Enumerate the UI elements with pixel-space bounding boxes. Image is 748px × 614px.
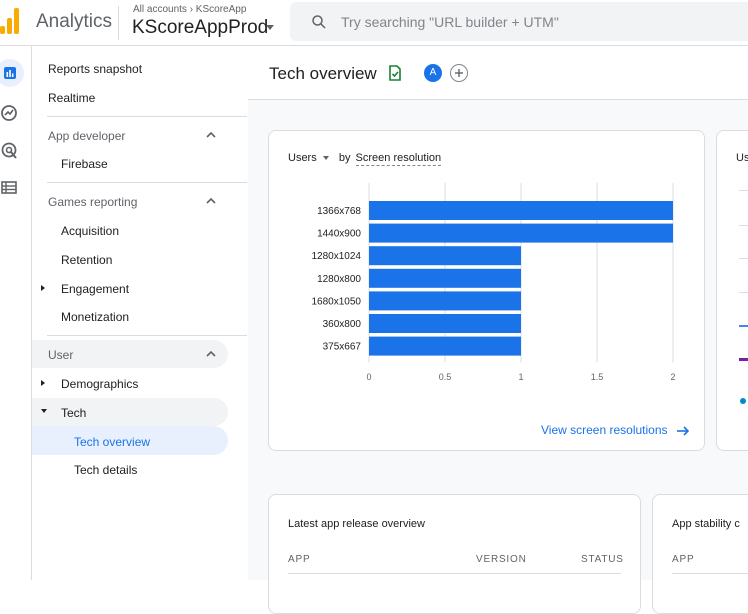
breadcrumb[interactable]: All accounts › KScoreApp (133, 4, 246, 15)
stability-card-title: App stability c (672, 518, 740, 530)
divider (47, 116, 247, 117)
y-category-label: 1280x1024 (312, 251, 362, 262)
column-header-app: APP (672, 554, 695, 565)
link-label[interactable]: View screen resolutions (541, 423, 668, 437)
bar-1680x1050[interactable] (369, 291, 521, 311)
y-category-label: 360x800 (323, 319, 362, 330)
legend-dot (740, 398, 746, 404)
divider (47, 182, 247, 183)
bar-375x667[interactable] (369, 336, 521, 356)
main-content: Tech overview A Users by Screen resoluti… (248, 46, 748, 614)
release-card-title: Latest app release overview (288, 518, 425, 530)
nav-tech-overview[interactable]: Tech overview (74, 435, 150, 449)
search-icon (312, 15, 326, 29)
screen-resolution-card: Users by Screen resolution 0 0.5 1 1.5 2 1366… (268, 130, 705, 451)
explore-icon[interactable] (0, 103, 20, 123)
nav-firebase[interactable]: Firebase (61, 157, 108, 171)
chevron-up-icon[interactable] (206, 130, 216, 140)
page-header: Tech overview A (248, 46, 748, 100)
y-category-label: 1440x900 (317, 229, 361, 240)
divider (118, 6, 119, 40)
collapse-arrow-icon[interactable] (41, 409, 47, 413)
chevron-up-icon[interactable] (206, 196, 216, 206)
nav-retention[interactable]: Retention (61, 253, 112, 267)
app-stability-card: App stability c APP (652, 494, 748, 614)
divider (288, 573, 621, 574)
series-line (739, 325, 748, 327)
search-bar[interactable]: Try searching "URL builder + UTM" (290, 2, 748, 41)
view-screen-resolutions-link[interactable]: View screen resolutions (541, 423, 690, 437)
chevron-down-icon[interactable] (266, 25, 274, 30)
expand-arrow-icon[interactable] (41, 285, 45, 291)
nav-section-app-developer[interactable]: App developer (48, 129, 125, 143)
avatar[interactable]: A (424, 64, 442, 82)
advertising-icon[interactable] (0, 141, 20, 161)
x-tick-label: 1.5 (591, 372, 604, 382)
gridline (739, 190, 748, 191)
y-category-label: 1680x1050 (312, 296, 362, 307)
column-header-app: APP (288, 554, 311, 565)
nav-acquisition[interactable]: Acquisition (61, 224, 119, 238)
x-tick-label: 0 (366, 372, 371, 382)
gridline (739, 258, 748, 259)
bar-1440x900[interactable] (369, 223, 673, 243)
expand-arrow-icon[interactable] (41, 380, 45, 386)
arrow-right-icon (676, 426, 689, 436)
divider (672, 573, 748, 574)
nav-tech[interactable]: Tech (61, 406, 86, 420)
users-partial-card: Us (716, 130, 748, 451)
gridline (739, 292, 748, 293)
top-bar: Analytics All accounts › KScoreApp KScor… (0, 0, 748, 46)
nav-engagement[interactable]: Engagement (61, 282, 129, 296)
nav-monetization[interactable]: Monetization (61, 310, 129, 324)
page-title: Tech overview (269, 64, 377, 83)
analytics-logo-icon (0, 8, 22, 34)
chevron-up-icon[interactable] (206, 349, 216, 359)
x-tick-label: 0.5 (439, 372, 452, 382)
report-navigation: Reports snapshot Realtime App developer … (32, 46, 248, 580)
search-input[interactable]: Try searching "URL builder + UTM" (341, 14, 559, 30)
partial-card-title[interactable]: Us (736, 152, 748, 164)
add-comparison-button[interactable] (450, 64, 468, 82)
divider (47, 335, 247, 336)
nav-section-user[interactable]: User (48, 348, 73, 362)
brand-name: Analytics (36, 11, 113, 32)
bar-1366x768[interactable] (369, 201, 673, 220)
bar-1280x1024[interactable] (369, 246, 521, 266)
y-category-label: 375x667 (323, 342, 362, 353)
configure-icon[interactable] (0, 178, 20, 198)
latest-release-card: Latest app release overview APP VERSION … (268, 494, 641, 614)
verified-report-icon (389, 65, 401, 81)
reports-icon[interactable] (0, 59, 24, 87)
nav-reports-snapshot[interactable]: Reports snapshot (48, 62, 142, 76)
x-tick-label: 2 (670, 372, 675, 382)
gridline (739, 225, 748, 226)
column-header-version: VERSION (476, 554, 527, 565)
bar-1280x800[interactable] (369, 268, 521, 288)
nav-tech-details[interactable]: Tech details (74, 463, 137, 477)
property-selector[interactable]: KScoreAppProd (132, 17, 268, 39)
x-tick-label: 1 (518, 372, 523, 382)
nav-realtime[interactable]: Realtime (48, 91, 95, 105)
y-category-label: 1280x800 (317, 274, 361, 285)
y-category-label: 1366x768 (317, 206, 361, 217)
nav-section-games-reporting[interactable]: Games reporting (48, 195, 137, 209)
nav-demographics[interactable]: Demographics (61, 377, 138, 391)
column-header-status: STATUS (581, 554, 624, 565)
resolution-bar-chart: 0 0.5 1 1.5 2 1366x768 1440x900 1280x1024 1280x8… (312, 183, 676, 382)
left-rail (0, 46, 32, 580)
series-line (739, 358, 748, 361)
bar-360x800[interactable] (369, 314, 521, 333)
plus-icon (455, 69, 463, 77)
